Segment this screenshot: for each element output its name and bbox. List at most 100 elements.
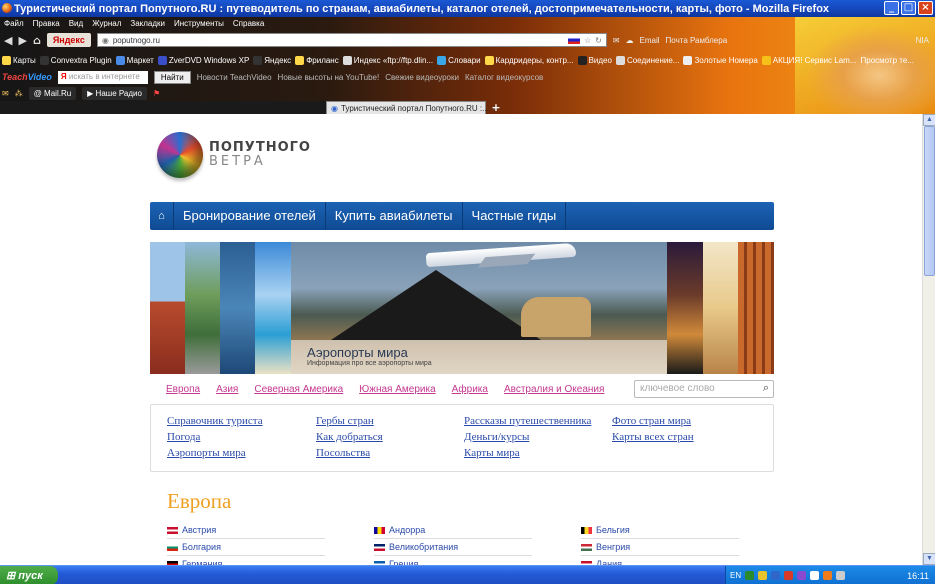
- course-catalog-link[interactable]: Каталог видеокурсов: [465, 73, 543, 82]
- banner-main-image[interactable]: Аэропорты мира Информация про все аэропо…: [291, 242, 667, 374]
- bookmark-item[interactable]: АКЦИЯ! Сервис Lam...: [761, 55, 857, 65]
- tab-current[interactable]: ◉ Туристический портал Попутного.RU :...…: [326, 101, 496, 114]
- tray-icon[interactable]: [823, 571, 833, 580]
- mail-envelope-icon[interactable]: ✉: [2, 89, 9, 98]
- search-icon[interactable]: ⌕: [763, 382, 769, 395]
- cloud-icon[interactable]: ☁: [626, 36, 634, 45]
- bookmark-item[interactable]: Соединение...: [615, 55, 679, 65]
- tray-icon[interactable]: [784, 571, 794, 580]
- star-icon[interactable]: ☆: [584, 36, 591, 45]
- continent-europe[interactable]: Европа: [166, 384, 200, 395]
- volume-icon[interactable]: [836, 571, 846, 580]
- country-link[interactable]: Великобритания: [374, 539, 532, 556]
- banner-thumb[interactable]: [255, 242, 291, 374]
- country-link[interactable]: Андорра: [374, 522, 532, 539]
- address-bar[interactable]: ◉ poputnogo.ru ☆ ↻: [96, 33, 607, 47]
- link-country-maps[interactable]: Карты всех стран: [612, 431, 694, 443]
- menu-view[interactable]: Вид: [69, 19, 83, 28]
- country-link[interactable]: Болгария: [167, 539, 325, 556]
- flag-icon[interactable]: ⚑: [153, 89, 160, 98]
- menu-bookmarks[interactable]: Закладки: [130, 19, 165, 28]
- tray-icon[interactable]: [745, 571, 755, 580]
- bookmark-item[interactable]: Видео: [577, 55, 612, 65]
- link-how-to-get[interactable]: Как добраться: [316, 431, 383, 443]
- banner-thumb[interactable]: [667, 242, 703, 374]
- forward-icon[interactable]: ▶: [18, 34, 26, 47]
- menu-history[interactable]: Журнал: [92, 19, 121, 28]
- fresh-lessons-link[interactable]: Свежие видеоуроки: [385, 73, 459, 82]
- bookmark-item[interactable]: Карты: [2, 55, 36, 65]
- site-logo[interactable]: ПОПУТНОГО ВЕТРА: [157, 132, 311, 178]
- tray-icon[interactable]: [797, 571, 807, 580]
- scrollbar-thumb[interactable]: [924, 126, 935, 276]
- country-link[interactable]: Австрия: [167, 522, 325, 539]
- vertical-scrollbar[interactable]: ▲ ▼: [922, 114, 935, 565]
- teachvideo-logo[interactable]: TeachVideo: [2, 72, 52, 82]
- link-world-photos[interactable]: Фото стран мира: [612, 415, 694, 427]
- home-icon[interactable]: ⌂: [150, 202, 174, 230]
- tray-icon[interactable]: [771, 571, 781, 580]
- continent-south-america[interactable]: Южная Америка: [359, 384, 435, 395]
- bookmark-item[interactable]: Кардридеры, контр...: [484, 55, 574, 65]
- back-icon[interactable]: ◀: [4, 34, 12, 47]
- bookmark-item[interactable]: Convextra Plugin: [39, 55, 112, 65]
- keyword-search-input[interactable]: ключевое слово ⌕: [634, 380, 774, 398]
- menu-tools[interactable]: Инструменты: [174, 19, 224, 28]
- banner-thumb[interactable]: [150, 242, 185, 374]
- radio-button[interactable]: ▶ Наше Радио: [82, 86, 147, 100]
- bookmark-item[interactable]: Словари: [437, 55, 481, 65]
- bookmark-item[interactable]: Яндекс: [253, 55, 291, 65]
- yandex-button[interactable]: Яндекс: [46, 33, 91, 47]
- banner-thumb[interactable]: [738, 242, 774, 374]
- mailru-button[interactable]: @ Mail.Ru: [28, 86, 77, 100]
- link-embassies[interactable]: Посольства: [316, 447, 383, 459]
- country-link[interactable]: Греция: [374, 556, 532, 565]
- tray-icon[interactable]: [810, 571, 820, 580]
- continent-asia[interactable]: Азия: [216, 384, 238, 395]
- new-tab-button[interactable]: +: [486, 101, 506, 114]
- nav-guides[interactable]: Частные гиды: [463, 202, 567, 230]
- country-link[interactable]: Дания: [581, 556, 739, 565]
- bookmark-item[interactable]: Золотые Номера: [683, 55, 758, 65]
- country-link[interactable]: Бельгия: [581, 522, 739, 539]
- close-button[interactable]: ×: [918, 1, 933, 15]
- bookmark-item[interactable]: ZverDVD Windows XP: [157, 55, 249, 65]
- home-icon[interactable]: ⌂: [33, 34, 41, 47]
- link-weather[interactable]: Погода: [167, 431, 263, 443]
- scroll-up-arrow-icon[interactable]: ▲: [923, 114, 935, 126]
- link-coats-of-arms[interactable]: Гербы стран: [316, 415, 383, 427]
- tray-icon[interactable]: [758, 571, 768, 580]
- menu-help[interactable]: Справка: [233, 19, 264, 28]
- minimize-button[interactable]: _: [884, 1, 899, 15]
- link-tourist-guide[interactable]: Справочник туриста: [167, 415, 263, 427]
- maximize-button[interactable]: □: [901, 1, 916, 15]
- menu-edit[interactable]: Правка: [33, 19, 60, 28]
- bookmark-item[interactable]: Индекс «ftp://ftp.dlin...: [342, 55, 433, 65]
- menu-file[interactable]: Файл: [4, 19, 24, 28]
- banner-thumb[interactable]: [185, 242, 220, 374]
- link-world-maps[interactable]: Карты мира: [464, 447, 591, 459]
- yandex-search-input[interactable]: Я искать в интернете: [57, 70, 148, 84]
- continent-africa[interactable]: Африка: [452, 384, 488, 395]
- reload-icon[interactable]: ↻: [595, 36, 602, 45]
- bookmark-item[interactable]: Просмотр те...: [861, 56, 914, 65]
- teachvideo-news-link[interactable]: Новости TeachVideo: [197, 73, 272, 82]
- language-indicator[interactable]: EN: [730, 571, 741, 580]
- banner-thumb[interactable]: [703, 242, 738, 374]
- banner-title[interactable]: Аэропорты мира: [307, 345, 651, 360]
- continent-oceania[interactable]: Австралия и Океания: [504, 384, 604, 395]
- bookmark-item[interactable]: Фриланс: [295, 55, 339, 65]
- envelope-icon[interactable]: ✉: [613, 36, 620, 45]
- link-airports[interactable]: Аэропорты мира: [167, 447, 263, 459]
- country-link[interactable]: Венгрия: [581, 539, 739, 556]
- banner-thumb[interactable]: [220, 242, 255, 374]
- rambler-mail-label[interactable]: Почта Рамблера: [666, 36, 728, 45]
- link-traveller-stories[interactable]: Рассказы путешественника: [464, 415, 591, 427]
- youtube-heights-link[interactable]: Новые высоты на YouTube!: [278, 73, 380, 82]
- nav-hotels[interactable]: Бронирование отелей: [174, 202, 326, 230]
- continent-north-america[interactable]: Северная Америка: [254, 384, 343, 395]
- email-label[interactable]: Email: [640, 36, 660, 45]
- footprints-icon[interactable]: ⁂: [15, 89, 23, 98]
- banner-slider[interactable]: Аэропорты мира Информация про все аэропо…: [150, 242, 774, 374]
- bookmark-item[interactable]: Маркет: [115, 55, 154, 65]
